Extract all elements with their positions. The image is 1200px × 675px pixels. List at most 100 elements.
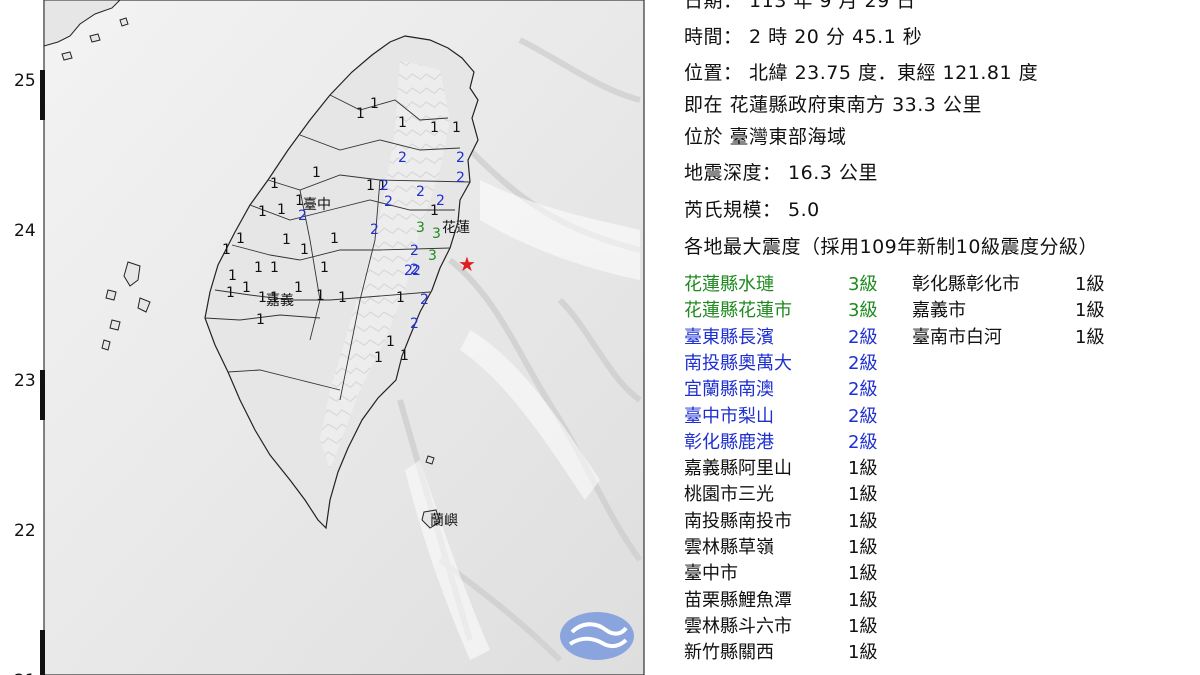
epicenter-star-icon: ★ [458, 252, 476, 276]
station-intensity-marker: 1 [374, 350, 383, 366]
station-name: 臺中市梨山 [684, 405, 774, 427]
green-island [425, 455, 435, 465]
station-level: 1級 [848, 615, 878, 637]
region-line: 位於 臺灣東部海域 [684, 126, 847, 148]
station-level: 2級 [848, 405, 878, 427]
position-line: 位置： 北緯 23.75 度．東經 121.81 度 [684, 62, 1039, 84]
station-intensity-marker: 1 [270, 260, 279, 276]
station-intensity-marker: 1 [277, 202, 286, 218]
station-name: 桃園市三光 [684, 484, 774, 506]
station-intensity-marker: 1 [222, 242, 231, 258]
relative-location-line: 即在 花蓮縣政府東南方 33.3 公里 [684, 94, 982, 116]
station-level: 1級 [848, 642, 878, 664]
station-intensity-marker: 2 [410, 316, 419, 332]
station-intensity-marker: 2 [298, 208, 307, 224]
station-intensity-marker: 1 [226, 285, 235, 301]
station-name: 南投縣奧萬大 [684, 352, 792, 374]
map-svg: 25 24 23 22 21 臺中 花蓮 嘉義 蘭嶼 1111112221112… [14, 0, 645, 675]
station-level: 1級 [1075, 300, 1105, 322]
station-intensity-marker: 1 [316, 288, 325, 304]
station-intensity-marker: 1 [430, 120, 439, 136]
cwa-logo-icon [560, 612, 634, 660]
station-level: 3級 [848, 300, 878, 322]
station-intensity-marker: 2 [398, 150, 407, 166]
station-intensity-marker: 1 [228, 268, 237, 284]
report-panel: 日期： 113 年 9 月 29 日 時間： 2 時 20 分 45.1 秒 位… [660, 0, 1200, 675]
lat-label-22: 22 [14, 521, 36, 541]
place-hualien: 花蓮 [442, 220, 470, 236]
station-intensity-marker: 1 [312, 165, 321, 181]
station-intensity-marker: 1 [320, 260, 329, 276]
date-line: 日期： 113 年 9 月 29 日 [684, 0, 916, 12]
station-intensity-marker: 2 [456, 150, 465, 166]
station-level: 3級 [848, 274, 878, 295]
station-intensity-marker: 2 [412, 263, 421, 279]
time-line: 時間： 2 時 20 分 45.1 秒 [684, 26, 923, 48]
latitude-axis: 25 24 23 22 21 [14, 70, 45, 675]
station-level: 2級 [848, 352, 878, 374]
station-name: 宜蘭縣南澳 [684, 379, 774, 401]
lat-label-24: 24 [14, 221, 36, 241]
depth-line: 地震深度： 16.3 公里 [684, 162, 878, 184]
station-intensity-marker: 1 [398, 115, 407, 131]
station-level: 1級 [1075, 274, 1105, 295]
station-level: 1級 [848, 484, 878, 506]
station-name: 花蓮縣水璉 [684, 274, 774, 295]
station-intensity-marker: 1 [256, 312, 265, 328]
station-name: 新竹縣關西 [684, 642, 774, 664]
station-intensity-marker: 1 [300, 242, 309, 258]
station-name: 嘉義縣阿里山 [684, 458, 792, 480]
station-name: 雲林縣草嶺 [684, 537, 774, 558]
station-name: 彰化縣鹿港 [684, 431, 774, 453]
station-name: 嘉義市 [912, 300, 966, 322]
station-intensity-marker: 1 [400, 348, 409, 364]
intensity-map: 25 24 23 22 21 臺中 花蓮 嘉義 蘭嶼 1111112221112… [0, 0, 660, 675]
station-intensity-marker: 2 [384, 194, 393, 210]
station-intensity-marker: 1 [258, 290, 267, 306]
station-level: 1級 [1075, 326, 1105, 348]
station-intensity-marker: 1 [370, 96, 379, 112]
station-level: 2級 [848, 379, 878, 401]
station-intensity-marker: 1 [282, 232, 291, 248]
station-name: 雲林縣斗六市 [684, 615, 792, 637]
station-name: 花蓮縣花蓮市 [684, 300, 792, 322]
lat-label-25: 25 [14, 71, 36, 91]
station-intensity-marker: 1 [452, 120, 461, 136]
station-name: 彰化縣彰化市 [912, 274, 1020, 295]
station-level: 1級 [848, 589, 878, 611]
station-name: 臺東縣長濱 [684, 326, 774, 348]
station-intensity-marker: 2 [370, 222, 379, 238]
station-intensity-marker: 1 [338, 290, 347, 306]
place-taichung: 臺中 [303, 197, 331, 213]
station-intensity-marker: 1 [270, 176, 279, 192]
station-level: 1級 [848, 510, 878, 532]
station-intensity-marker: 2 [420, 292, 429, 308]
station-intensity-marker: 3 [432, 226, 441, 242]
station-intensity-marker: 1 [258, 204, 267, 220]
station-intensity-marker: 1 [386, 334, 395, 350]
station-level: 2級 [848, 326, 878, 348]
lat-label-23: 23 [14, 371, 36, 391]
station-intensity-marker: 1 [366, 178, 375, 194]
station-intensity-marker: 2 [456, 170, 465, 186]
station-intensity-marker: 2 [416, 184, 425, 200]
station-level: 1級 [848, 537, 878, 558]
station-intensity-marker: 3 [416, 220, 425, 236]
station-level: 2級 [848, 431, 878, 453]
station-level: 1級 [848, 458, 878, 480]
station-intensity-marker: 2 [410, 243, 419, 259]
station-intensity-marker: 1 [242, 280, 251, 296]
place-lanyu: 蘭嶼 [430, 513, 458, 529]
station-intensity-marker: 1 [430, 203, 439, 219]
station-name: 臺南市白河 [912, 326, 1002, 348]
station-intensity-marker: 3 [428, 248, 437, 264]
station-name: 臺中市 [684, 563, 738, 585]
station-name: 南投縣南投市 [684, 510, 792, 532]
station-intensity-marker: 1 [236, 231, 245, 247]
station-intensity-marker: 1 [270, 290, 279, 306]
station-intensity-marker: 1 [330, 231, 339, 247]
station-intensity-marker: 1 [356, 106, 365, 122]
station-name: 苗栗縣鯉魚潭 [684, 589, 792, 611]
station-intensity-marker: 1 [295, 193, 304, 209]
station-intensity-marker: 1 [254, 260, 263, 276]
